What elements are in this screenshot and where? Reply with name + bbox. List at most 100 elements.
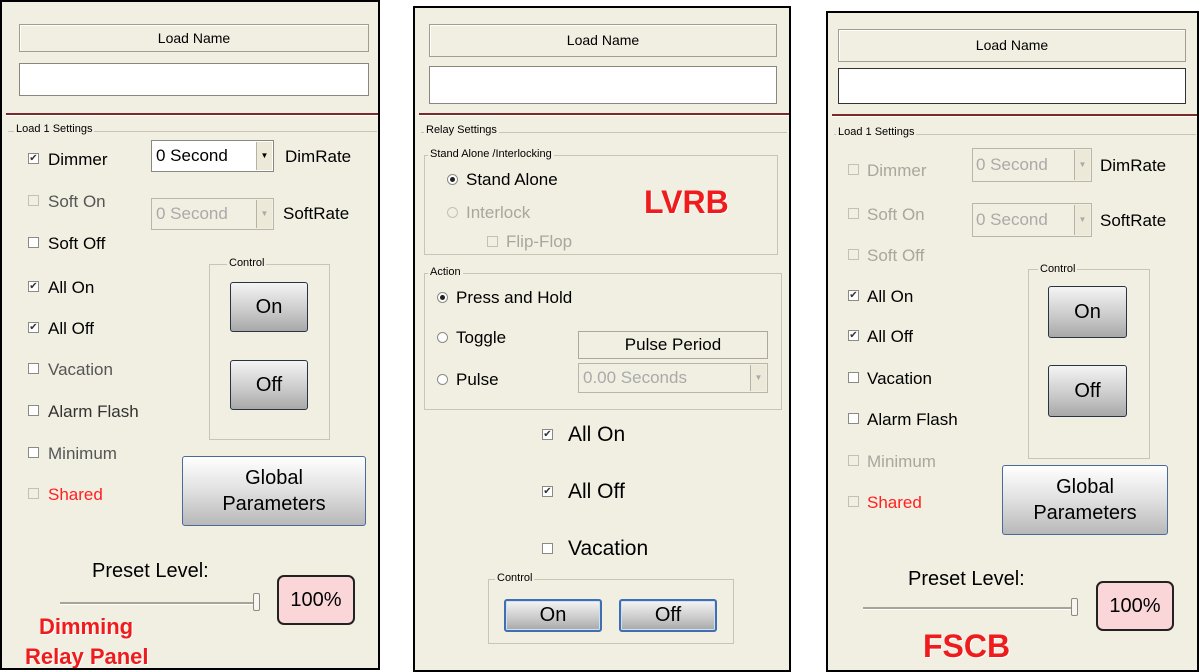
checkbox-icon <box>28 363 39 374</box>
soft-on-label: Soft On <box>48 192 106 211</box>
checkbox-icon <box>28 488 39 499</box>
preset-level-slider[interactable] <box>863 607 1078 610</box>
preset-level-slider[interactable] <box>60 602 260 605</box>
chevron-down-icon: ▼ <box>256 200 272 228</box>
global-parameters-button[interactable]: Global Parameters <box>1002 465 1168 535</box>
radio-icon <box>447 207 458 218</box>
radio-selected-icon <box>447 174 458 185</box>
checkbox-icon <box>28 447 39 458</box>
flip-flop-label: Flip-Flop <box>506 232 573 251</box>
off-button[interactable]: Off <box>1048 365 1127 417</box>
checkbox-icon <box>487 236 498 247</box>
panel-caption-line1: Dimming <box>39 614 134 639</box>
pulse-label: Pulse <box>456 370 499 389</box>
chevron-down-icon: ▼ <box>1074 150 1090 180</box>
control-title: Control <box>1038 263 1078 275</box>
checkbox-checked-icon: ✔ <box>28 322 39 333</box>
checkbox-checked-icon: ✔ <box>542 429 553 440</box>
soft-rate-label: SoftRate <box>1100 211 1167 230</box>
all-off-label: All Off <box>867 327 913 346</box>
interlock-label: Interlock <box>466 203 531 222</box>
load-name-input[interactable] <box>429 66 777 104</box>
radio-selected-icon <box>437 292 448 303</box>
dimmer-label: Dimmer <box>867 161 927 180</box>
checkbox-checked-icon: ✔ <box>28 153 39 164</box>
standalone-group-title: Stand Alone /Interlocking <box>428 148 554 160</box>
panel-caption: LVRB <box>644 184 729 220</box>
pulse-period-value: 0.00 Seconds <box>583 368 687 387</box>
dimmer-label: Dimmer <box>48 150 108 169</box>
on-button[interactable]: On <box>230 282 308 332</box>
on-button[interactable]: On <box>1048 286 1127 338</box>
chevron-down-icon: ▼ <box>750 365 766 391</box>
soft-rate-select[interactable]: 0 Second ▼ <box>151 198 274 230</box>
radio-icon <box>437 332 448 343</box>
checkbox-checked-icon: ✔ <box>848 290 859 301</box>
control-title: Control <box>495 572 535 584</box>
preset-level-label: Preset Level: <box>92 560 209 582</box>
settings-title: Load 1 Settings <box>836 126 917 138</box>
off-button[interactable]: Off <box>230 360 308 410</box>
checkbox-icon <box>848 413 859 424</box>
soft-rate-value: 0 Second <box>156 204 228 223</box>
global-parameters-button[interactable]: Global Parameters <box>182 456 366 526</box>
minimum-label: Minimum <box>48 444 117 463</box>
checkbox-checked-icon: ✔ <box>848 330 859 341</box>
lvrb-panel: Load Name Relay Settings Stand Alone /In… <box>413 6 791 672</box>
checkbox-icon <box>848 496 859 507</box>
vacation-label: Vacation <box>48 360 113 379</box>
divider <box>419 113 789 115</box>
alarm-flash-label: Alarm Flash <box>48 402 139 421</box>
preset-level-label: Preset Level: <box>908 568 1025 590</box>
soft-rate-value: 0 Second <box>976 210 1048 229</box>
divider <box>6 113 378 115</box>
checkbox-checked-icon: ✔ <box>28 281 39 292</box>
press-and-hold-label: Press and Hold <box>456 288 573 307</box>
dim-rate-label: DimRate <box>285 147 352 166</box>
checkbox-icon <box>28 405 39 416</box>
on-button[interactable]: On <box>504 599 602 632</box>
checkbox-icon <box>542 543 553 554</box>
radio-icon <box>437 374 448 385</box>
load-name-input[interactable] <box>19 63 369 96</box>
control-title: Control <box>227 257 267 269</box>
preset-level-value: 100% <box>277 575 355 625</box>
soft-on-label: Soft On <box>867 205 925 224</box>
load-name-header: Load Name <box>429 24 777 57</box>
load-name-input[interactable] <box>838 68 1186 104</box>
preset-slider-handle[interactable] <box>1071 598 1078 616</box>
fscb-panel: Load Name Load 1 Settings Dimmer Soft On… <box>826 11 1199 672</box>
pulse-period-select[interactable]: 0.00 Seconds ▼ <box>578 363 768 393</box>
stand-alone-label: Stand Alone <box>466 170 558 189</box>
toggle-label: Toggle <box>456 328 507 347</box>
all-off-label: All Off <box>48 319 94 338</box>
chevron-down-icon: ▼ <box>1074 205 1090 235</box>
load-name-header: Load Name <box>19 24 369 52</box>
settings-title: Relay Settings <box>424 124 499 136</box>
dimming-relay-panel: Load Name Load 1 Settings ✔ Dimmer Soft … <box>0 0 380 670</box>
checkbox-icon <box>28 237 39 248</box>
soft-rate-select[interactable]: 0 Second ▼ <box>972 203 1092 237</box>
all-on-label: All On <box>568 423 626 446</box>
off-button[interactable]: Off <box>619 599 717 632</box>
chevron-down-icon: ▼ <box>256 142 272 170</box>
alarm-flash-label: Alarm Flash <box>867 410 958 429</box>
panel-caption-line2: Relay Panel <box>25 644 149 669</box>
shared-label: Shared <box>867 493 922 512</box>
checkbox-icon <box>848 249 859 260</box>
soft-off-label: Soft Off <box>48 234 106 253</box>
dim-rate-value: 0 Second <box>976 155 1048 174</box>
minimum-label: Minimum <box>867 452 936 471</box>
all-on-label: All On <box>867 287 914 306</box>
soft-rate-label: SoftRate <box>283 204 350 223</box>
action-title: Action <box>428 266 463 278</box>
pulse-period-header: Pulse Period <box>578 331 768 359</box>
all-on-label: All On <box>48 278 95 297</box>
dim-rate-select[interactable]: 0 Second ▼ <box>151 140 274 172</box>
checkbox-icon <box>848 164 859 175</box>
vacation-label: Vacation <box>867 369 932 388</box>
dim-rate-select[interactable]: 0 Second ▼ <box>972 148 1092 182</box>
checkbox-icon <box>28 195 39 206</box>
checkbox-icon <box>848 208 859 219</box>
preset-slider-handle[interactable] <box>253 593 260 611</box>
